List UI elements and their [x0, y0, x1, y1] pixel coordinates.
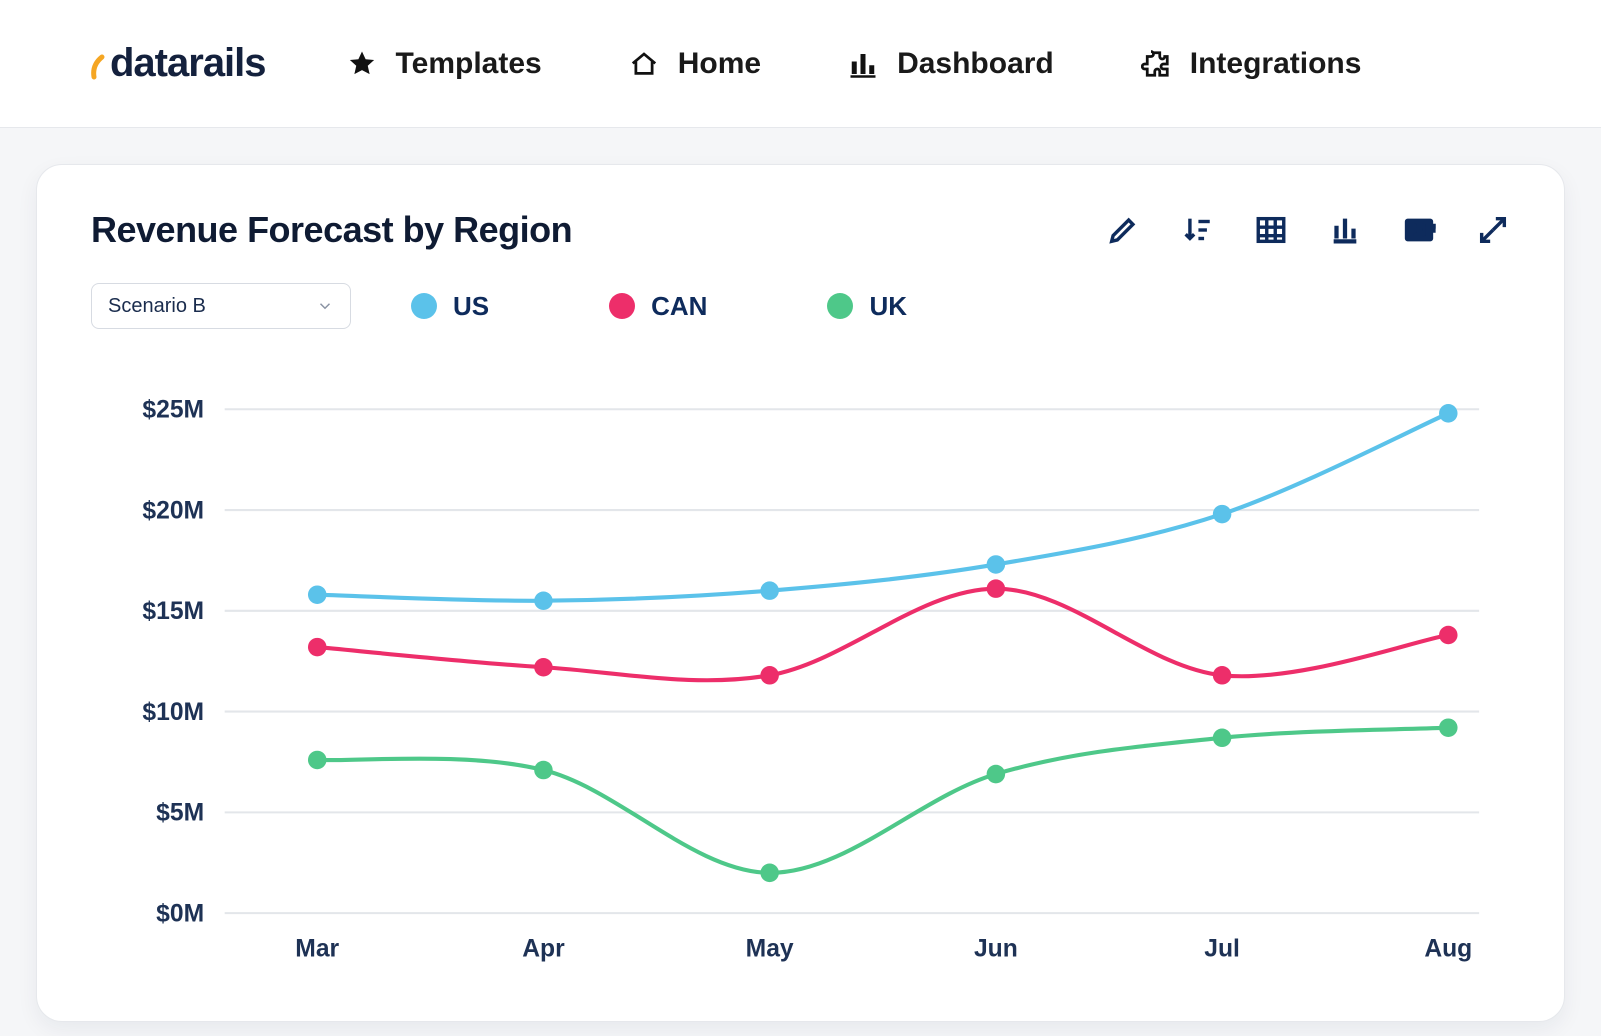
chevron-down-icon [316, 297, 334, 315]
svg-text:$10M: $10M [142, 699, 204, 726]
nav-templates[interactable]: Templates [346, 47, 542, 81]
legend-label: CAN [651, 291, 707, 322]
chart-icon [1328, 213, 1362, 247]
pencil-icon [1106, 213, 1140, 247]
edit-button[interactable] [1106, 213, 1140, 247]
legend-can[interactable]: CAN [609, 291, 707, 322]
legend-dot-icon [827, 293, 853, 319]
legend-label: US [453, 291, 489, 322]
nav-items: Templates Home Dashboard Integrations [346, 47, 1362, 81]
chart-controls: Scenario B US CAN UK [91, 283, 1510, 329]
card-header: Revenue Forecast by Region PDF [91, 209, 1510, 251]
legend-dot-icon [411, 293, 437, 319]
sort-button[interactable] [1180, 213, 1214, 247]
svg-text:$5M: $5M [156, 800, 204, 827]
brand-name: datarails [110, 41, 266, 86]
export-pdf-button[interactable]: PDF [1402, 213, 1436, 247]
nav-label: Dashboard [897, 47, 1054, 81]
legend-uk[interactable]: UK [827, 291, 907, 322]
nav-home[interactable]: Home [628, 47, 761, 81]
star-icon [346, 48, 378, 80]
nav-label: Home [678, 47, 761, 81]
card-tools: PDF [1106, 213, 1510, 247]
legend-label: UK [869, 291, 907, 322]
revenue-line-chart: $0M $5M $10M $15M $20M $25M Mar Apr May Jun Jul Aug [91, 399, 1510, 975]
legend-us[interactable]: US [411, 291, 489, 322]
table-button[interactable] [1254, 213, 1288, 247]
expand-button[interactable] [1476, 213, 1510, 247]
svg-text:$15M: $15M [142, 598, 204, 625]
top-nav: datarails Templates Home Dashboard Integ… [0, 0, 1601, 128]
chart-area: $0M $5M $10M $15M $20M $25M Mar Apr May Jun Jul Aug [91, 399, 1510, 975]
svg-text:Apr: Apr [522, 935, 565, 962]
svg-text:PDF: PDF [1409, 222, 1435, 237]
brand-logo: datarails [90, 41, 266, 86]
svg-text:Mar: Mar [295, 935, 339, 962]
svg-text:$25M: $25M [142, 399, 204, 424]
expand-icon [1476, 213, 1510, 247]
svg-text:Aug: Aug [1424, 935, 1472, 962]
home-icon [628, 48, 660, 80]
card-title: Revenue Forecast by Region [91, 209, 572, 251]
svg-text:Jul: Jul [1204, 935, 1240, 962]
nav-dashboard[interactable]: Dashboard [847, 47, 1054, 81]
svg-text:Jun: Jun [974, 935, 1018, 962]
chart-card: Revenue Forecast by Region PDF Scen [36, 164, 1565, 1022]
puzzle-icon [1140, 48, 1172, 80]
chart-legend: US CAN UK [411, 291, 907, 322]
chart-button[interactable] [1328, 213, 1362, 247]
svg-text:$0M: $0M [156, 900, 204, 927]
svg-text:May: May [746, 935, 794, 962]
table-icon [1254, 213, 1288, 247]
bars-icon [847, 48, 879, 80]
nav-label: Templates [396, 47, 542, 81]
legend-dot-icon [609, 293, 635, 319]
nav-label: Integrations [1190, 47, 1362, 81]
scenario-selected-label: Scenario B [108, 295, 206, 318]
pdf-icon: PDF [1402, 213, 1436, 247]
svg-text:$20M: $20M [142, 497, 204, 524]
scenario-select[interactable]: Scenario B [91, 283, 351, 329]
logo-accent-icon [90, 47, 110, 81]
nav-integrations[interactable]: Integrations [1140, 47, 1362, 81]
sort-icon [1180, 213, 1214, 247]
